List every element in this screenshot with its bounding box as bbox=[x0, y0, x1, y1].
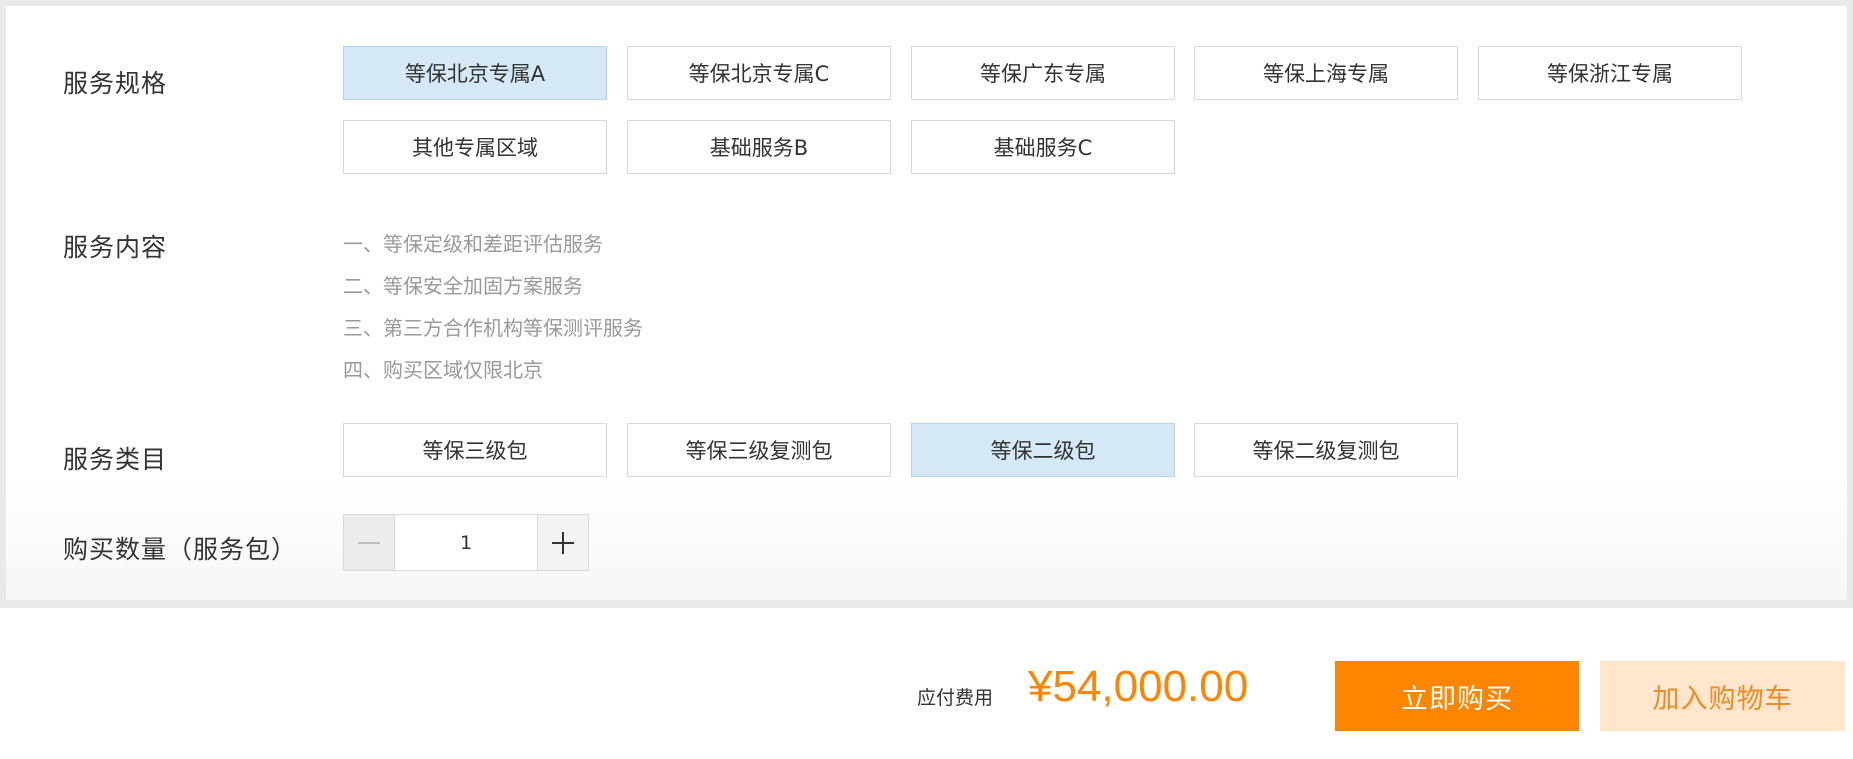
content-line: 三、第三方合作机构等保测评服务 bbox=[343, 316, 643, 340]
spec-option-basic-c[interactable]: 基础服务C bbox=[911, 120, 1175, 174]
spec-option-beijing-c[interactable]: 等保北京专属C bbox=[627, 46, 891, 100]
minus-icon bbox=[358, 541, 380, 544]
increment-button[interactable] bbox=[537, 515, 588, 570]
buy-now-button[interactable]: 立即购买 bbox=[1335, 661, 1579, 731]
spec-option-shanghai[interactable]: 等保上海专属 bbox=[1194, 46, 1458, 100]
price-value: ¥54,000.00 bbox=[1028, 662, 1249, 711]
quantity-label: 购买数量（服务包） bbox=[63, 535, 298, 564]
spec-option-other-region[interactable]: 其他专属区域 bbox=[343, 120, 607, 174]
content-line: 一、等保定级和差距评估服务 bbox=[343, 232, 603, 256]
price-label: 应付费用 bbox=[917, 687, 994, 709]
spec-option-basic-b[interactable]: 基础服务B bbox=[627, 120, 891, 174]
spec-label: 服务规格 bbox=[63, 69, 168, 98]
category-option-level2-retest[interactable]: 等保二级复测包 bbox=[1194, 423, 1458, 477]
content-line: 四、购买区域仅限北京 bbox=[343, 358, 543, 382]
add-to-cart-button[interactable]: 加入购物车 bbox=[1600, 661, 1845, 731]
spec-option-guangdong[interactable]: 等保广东专属 bbox=[911, 46, 1175, 100]
category-option-level3[interactable]: 等保三级包 bbox=[343, 423, 607, 477]
category-option-level2[interactable]: 等保二级包 bbox=[911, 423, 1175, 477]
category-option-level3-retest[interactable]: 等保三级复测包 bbox=[627, 423, 891, 477]
spec-option-zhejiang[interactable]: 等保浙江专属 bbox=[1478, 46, 1742, 100]
spec-option-beijing-a[interactable]: 等保北京专属A bbox=[343, 46, 607, 100]
decrement-button[interactable] bbox=[344, 515, 395, 570]
product-config-panel: 服务规格 等保北京专属A 等保北京专属C 等保广东专属 等保上海专属 等保浙江专… bbox=[0, 0, 1853, 608]
quantity-stepper bbox=[343, 514, 589, 571]
category-label: 服务类目 bbox=[63, 445, 168, 474]
quantity-input[interactable] bbox=[395, 515, 537, 570]
plus-icon bbox=[552, 531, 574, 554]
content-label: 服务内容 bbox=[63, 233, 168, 262]
content-line: 二、等保安全加固方案服务 bbox=[343, 274, 583, 298]
